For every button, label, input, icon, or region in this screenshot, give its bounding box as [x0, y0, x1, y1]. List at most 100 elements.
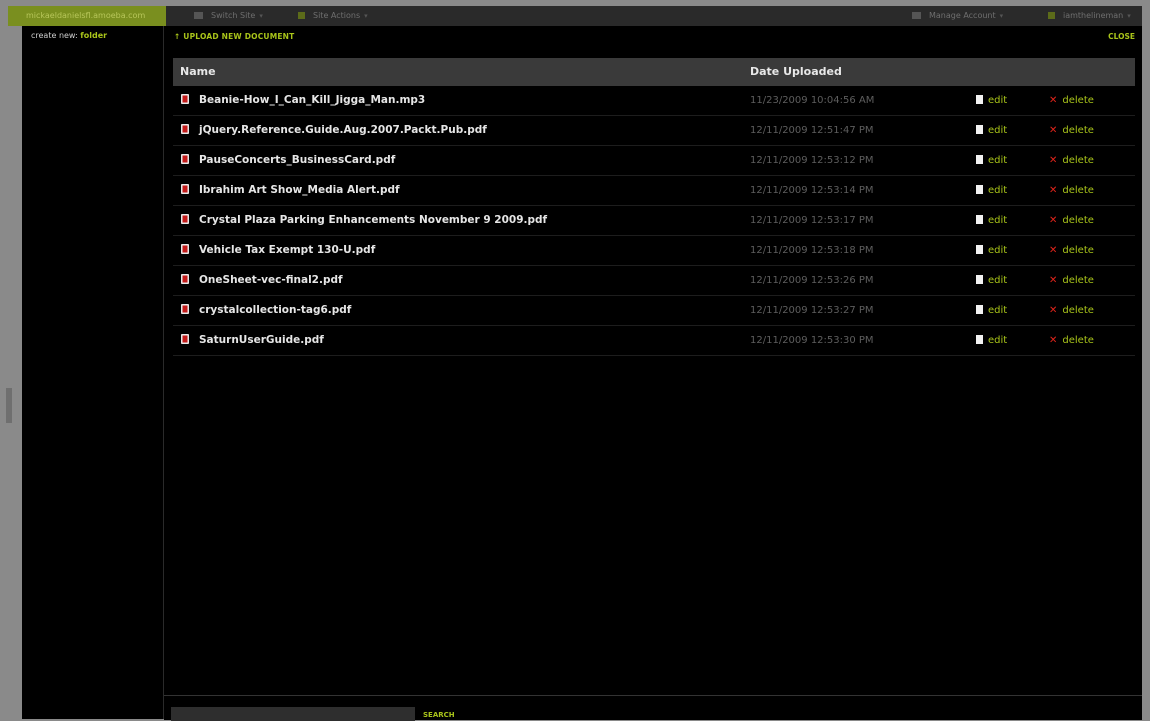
delete-button[interactable]: ✕ delete [1049, 266, 1094, 295]
user-icon [1048, 12, 1055, 19]
column-header-name[interactable]: Name [180, 58, 216, 86]
delete-button[interactable]: ✕ delete [1049, 236, 1094, 265]
edit-button[interactable]: edit [976, 116, 1007, 145]
manage-account-menu[interactable]: Manage Account ▾ [912, 6, 1003, 26]
delete-label: delete [1062, 215, 1094, 226]
edit-button[interactable]: edit [976, 146, 1007, 175]
file-name-link[interactable]: crystalcollection-tag6.pdf [181, 296, 351, 325]
file-name: Crystal Plaza Parking Enhancements Novem… [199, 214, 548, 226]
edit-label: edit [988, 185, 1008, 196]
document-icon [976, 304, 983, 314]
edit-label: edit [988, 95, 1008, 106]
edit-label: edit [988, 125, 1008, 136]
chevron-down-icon: ▾ [1127, 12, 1131, 20]
file-name-link[interactable]: jQuery.Reference.Guide.Aug.2007.Packt.Pu… [181, 116, 487, 145]
delete-button[interactable]: ✕ delete [1049, 326, 1094, 355]
file-name-link[interactable]: Crystal Plaza Parking Enhancements Novem… [181, 206, 547, 235]
edit-button[interactable]: edit [976, 176, 1007, 205]
document-icon [976, 274, 983, 284]
delete-button[interactable]: ✕ delete [1049, 206, 1094, 235]
delete-label: delete [1062, 155, 1094, 166]
document-icon [976, 124, 983, 134]
document-icon [976, 94, 983, 104]
create-new-label: create new: [31, 31, 78, 40]
file-name: PauseConcerts_BusinessCard.pdf [199, 154, 396, 166]
document-icon [976, 334, 983, 344]
edit-label: edit [988, 155, 1008, 166]
file-name-link[interactable]: SaturnUserGuide.pdf [181, 326, 324, 355]
file-name: Beanie-How_I_Can_Kill_Jigga_Man.mp3 [199, 94, 426, 106]
pdf-file-icon [181, 274, 189, 284]
delete-button[interactable]: ✕ delete [1049, 296, 1094, 325]
delete-label: delete [1062, 125, 1094, 136]
edit-label: edit [988, 335, 1008, 346]
delete-button[interactable]: ✕ delete [1049, 116, 1094, 145]
delete-label: delete [1062, 305, 1094, 316]
delete-label: delete [1062, 95, 1094, 106]
manage-account-label: Manage Account [929, 11, 996, 20]
edit-button[interactable]: edit [976, 206, 1007, 235]
user-name: iamthelineman [1063, 11, 1124, 20]
edit-button[interactable]: edit [976, 86, 1007, 115]
table-row: crystalcollection-tag6.pdf 12/11/2009 12:… [173, 296, 1135, 326]
date-uploaded: 12/11/2009 12:53:17 PM [750, 215, 874, 226]
chevron-down-icon: ▾ [259, 12, 263, 20]
edit-label: edit [988, 275, 1008, 286]
document-icon [976, 184, 983, 194]
delete-x-icon: ✕ [1049, 215, 1058, 226]
search-button[interactable]: SEARCH [423, 711, 455, 719]
delete-button[interactable]: ✕ delete [1049, 146, 1094, 175]
delete-x-icon: ✕ [1049, 95, 1058, 106]
file-name-link[interactable]: Vehicle Tax Exempt 130-U.pdf [181, 236, 375, 265]
edit-label: edit [988, 245, 1008, 256]
column-header-date[interactable]: Date Uploaded [750, 58, 842, 86]
date-uploaded: 12/11/2009 12:53:12 PM [750, 155, 874, 166]
switch-site-menu[interactable]: Switch Site ▾ [194, 6, 263, 26]
switch-site-icon [194, 12, 203, 19]
pdf-file-icon [181, 304, 189, 314]
delete-x-icon: ✕ [1049, 155, 1058, 166]
delete-label: delete [1062, 275, 1094, 286]
edit-label: edit [988, 305, 1008, 316]
top-bar: mickaeldanielsfl.amoeba.com Switch Site ▾… [8, 6, 1142, 26]
create-new: create new: folder [31, 31, 107, 40]
site-actions-icon [298, 12, 305, 19]
delete-button[interactable]: ✕ delete [1049, 86, 1094, 115]
edit-button[interactable]: edit [976, 326, 1007, 355]
file-name-link[interactable]: Ibrahim Art Show_Media Alert.pdf [181, 176, 400, 205]
edit-button[interactable]: edit [976, 266, 1007, 295]
table-row: OneSheet-vec-final2.pdf 12/11/2009 12:53:… [173, 266, 1135, 296]
chevron-down-icon: ▾ [364, 12, 368, 20]
delete-button[interactable]: ✕ delete [1049, 176, 1094, 205]
file-name: Ibrahim Art Show_Media Alert.pdf [199, 184, 400, 196]
document-icon [976, 244, 983, 254]
file-name-link[interactable]: Beanie-How_I_Can_Kill_Jigga_Man.mp3 [181, 86, 425, 115]
delete-label: delete [1062, 335, 1094, 346]
table-body: Beanie-How_I_Can_Kill_Jigga_Man.mp3 11/23… [173, 86, 1135, 356]
date-uploaded: 12/11/2009 12:53:30 PM [750, 335, 874, 346]
delete-x-icon: ✕ [1049, 335, 1058, 346]
pdf-file-icon [181, 124, 189, 134]
file-name: jQuery.Reference.Guide.Aug.2007.Packt.Pu… [199, 124, 487, 136]
date-uploaded: 12/11/2009 12:53:14 PM [750, 185, 874, 196]
table-row: SaturnUserGuide.pdf 12/11/2009 12:53:30 P… [173, 326, 1135, 356]
gear-icon [912, 12, 921, 19]
date-uploaded: 12/11/2009 12:51:47 PM [750, 125, 874, 136]
edit-button[interactable]: edit [976, 296, 1007, 325]
delete-x-icon: ✕ [1049, 245, 1058, 256]
user-menu[interactable]: iamthelineman ▾ [1048, 6, 1131, 26]
site-actions-menu[interactable]: Site Actions ▾ [298, 6, 368, 26]
upload-document-button[interactable]: ↑ UPLOAD NEW DOCUMENT [174, 32, 294, 41]
site-name[interactable]: mickaeldanielsfl.amoeba.com [8, 6, 166, 26]
file-name: crystalcollection-tag6.pdf [199, 304, 352, 316]
documents-table: Name Date Uploaded Beanie-How_I_Can_Kill… [173, 58, 1135, 356]
sidebar-resize-handle[interactable] [6, 388, 12, 423]
chevron-down-icon: ▾ [999, 12, 1004, 20]
pdf-file-icon [181, 94, 189, 104]
pdf-file-icon [181, 184, 189, 194]
file-name-link[interactable]: OneSheet-vec-final2.pdf [181, 266, 343, 295]
file-name-link[interactable]: PauseConcerts_BusinessCard.pdf [181, 146, 395, 175]
close-button[interactable]: CLOSE [1108, 32, 1135, 41]
edit-button[interactable]: edit [976, 236, 1007, 265]
create-folder-link[interactable]: folder [80, 31, 107, 40]
